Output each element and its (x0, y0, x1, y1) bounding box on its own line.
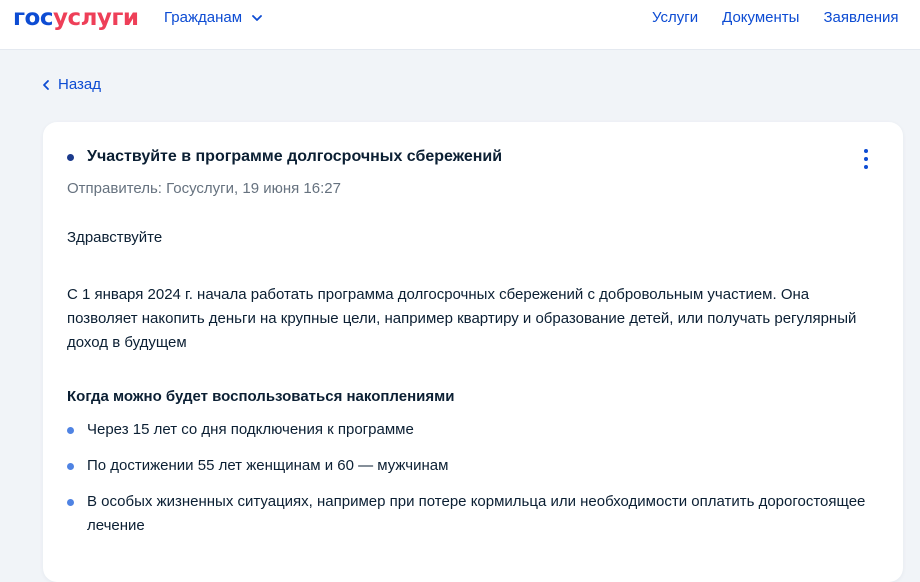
unread-indicator (67, 153, 74, 161)
message-subheading: Когда можно будет воспользоваться накопл… (67, 388, 455, 405)
chevron-left-icon (43, 80, 49, 90)
gosuslugi-logo[interactable]: госуслуги (13, 4, 139, 32)
audience-menu-label: Гражданам (164, 9, 243, 26)
more-options-button[interactable] (859, 149, 873, 169)
back-link[interactable]: Назад (42, 76, 101, 94)
nav-link-services[interactable]: Услуги (652, 9, 698, 27)
logo-part-uslugi: услуги (52, 5, 139, 31)
more-vertical-icon (864, 149, 868, 153)
list-item-text: По достижении 55 лет женщинам и 60 — муж… (87, 457, 449, 474)
list-item: По достижении 55 лет женщинам и 60 — муж… (67, 454, 867, 478)
bullet-dot (67, 463, 74, 470)
nav-link-applications[interactable]: Заявления (823, 9, 898, 27)
message-paragraph: С 1 января 2024 г. начала работать прогр… (67, 286, 857, 351)
list-item: Через 15 лет со дня подключения к програ… (67, 418, 867, 442)
list-item-text: Через 15 лет со дня подключения к програ… (87, 421, 414, 438)
logo-part-gos: гос (13, 5, 53, 31)
message-sender: Отправитель: Госуслуги, 19 июня 16:27 (67, 180, 341, 197)
bullet-dot (67, 499, 74, 506)
audience-menu[interactable]: Гражданам (164, 9, 263, 27)
top-header: госуслуги Гражданам Услуги Документы Зая… (0, 0, 920, 50)
nav-link-documents[interactable]: Документы (722, 9, 799, 27)
top-nav: Услуги Документы Заявления (652, 9, 899, 27)
conditions-list: Через 15 лет со дня подключения к програ… (67, 418, 867, 538)
message-greeting: Здравствуйте (67, 229, 163, 246)
message-title-row: Участвуйте в программе долгосрочных сбер… (67, 147, 502, 167)
message-card: Участвуйте в программе долгосрочных сбер… (43, 122, 903, 582)
list-item: В особых жизненных ситуациях, например п… (67, 490, 867, 538)
chevron-down-icon (252, 15, 262, 21)
bullet-dot (67, 427, 74, 434)
message-title: Участвуйте в программе долгосрочных сбер… (87, 148, 503, 165)
back-label: Назад (58, 76, 101, 93)
list-item-text: В особых жизненных ситуациях, например п… (87, 493, 866, 534)
